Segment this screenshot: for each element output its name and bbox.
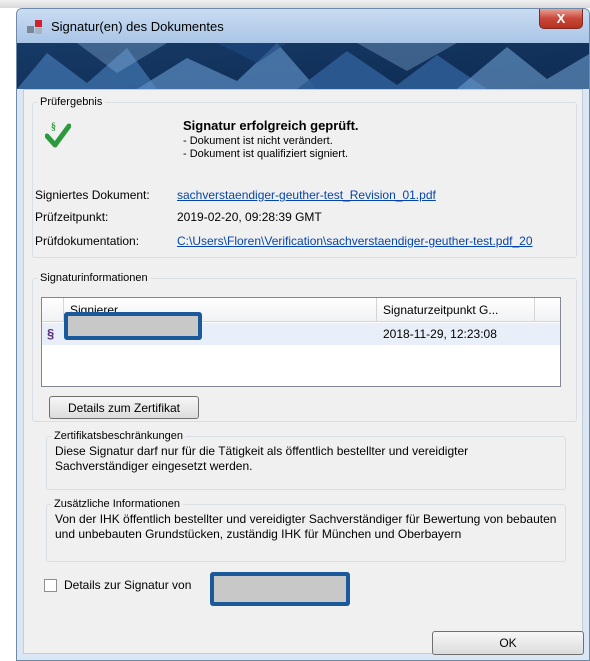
verification-doc-label: Prüfdokumentation: [35, 234, 140, 248]
close-button[interactable]: X [539, 9, 583, 29]
redacted-signature-name [210, 572, 350, 606]
signature-details-checkbox[interactable] [44, 579, 57, 592]
title-bar[interactable]: Signatur(en) des Dokumentes X [17, 9, 589, 43]
svg-text:§: § [51, 122, 56, 133]
signed-document-label: Signiertes Dokument: [35, 188, 150, 202]
background-window-strip [0, 0, 590, 8]
signature-time: 2018-11-29, 12:23:08 [383, 327, 497, 341]
zusaetzliche-informationen-legend: Zusätzliche Informationen [54, 498, 180, 510]
signature-check-icon: § [45, 122, 71, 148]
window-title: Signatur(en) des Dokumentes [51, 19, 224, 34]
restrictions-text: Diese Signatur darf nur für die Tätigkei… [55, 444, 469, 473]
pruefergebnis-legend: Prüfergebnis [40, 96, 103, 108]
additional-info-text: Von der IHK öffentlich bestellter und ve… [55, 512, 557, 541]
check-time-value: 2019-02-20, 09:28:39 GMT [177, 210, 322, 224]
column-symbol [42, 298, 64, 322]
app-icon [27, 20, 42, 34]
zertifikatsbeschraenkungen-legend: Zertifikatsbeschränkungen [54, 430, 184, 442]
signer-list[interactable]: Signierer Signaturzeitpunkt G... § 2018-… [41, 297, 561, 387]
verification-doc-clip: C:\Users\Floren\Verification\sachverstae… [177, 234, 575, 250]
verification-doc-link[interactable]: C:\Users\Floren\Verification\sachverstae… [177, 234, 533, 248]
status-line-qualified: - Dokument ist qualifiziert signiert. [183, 148, 349, 160]
pruefergebnis-group: Prüfergebnis § Signatur erfolgreich gepr… [32, 96, 577, 258]
dialog-content: Prüfergebnis § Signatur erfolgreich gepr… [23, 89, 584, 655]
zertifikatsbeschraenkungen-group: Zertifikatsbeschränkungen Diese Signatur… [46, 430, 566, 490]
signature-details-label[interactable]: Details zur Signatur von [64, 578, 191, 592]
banner-graphic [17, 43, 589, 89]
status-line-unchanged: - Dokument ist nicht verändert. [183, 135, 333, 147]
ok-button[interactable]: OK [432, 631, 584, 655]
zusaetzliche-informationen-group: Zusätzliche Informationen Von der IHK öf… [46, 498, 566, 562]
status-title: Signatur erfolgreich geprüft. [183, 118, 359, 133]
certificate-details-button[interactable]: Details zum Zertifikat [49, 396, 199, 419]
signaturinformationen-group: Signaturinformationen Signierer Signatur… [32, 272, 577, 422]
column-signature-time[interactable]: Signaturzeitpunkt G... [377, 298, 535, 322]
close-icon: X [556, 11, 566, 26]
signature-dialog: Signatur(en) des Dokumentes X Prüfergebn… [16, 8, 590, 661]
check-time-label: Prüfzeitpunkt: [35, 210, 109, 224]
signed-document-link[interactable]: sachverstaendiger-geuther-test_Revision_… [177, 188, 436, 202]
signaturinformationen-legend: Signaturinformationen [40, 272, 148, 284]
redacted-signer [64, 312, 202, 340]
paragraph-icon: § [47, 326, 55, 341]
decorative-banner [17, 43, 589, 89]
